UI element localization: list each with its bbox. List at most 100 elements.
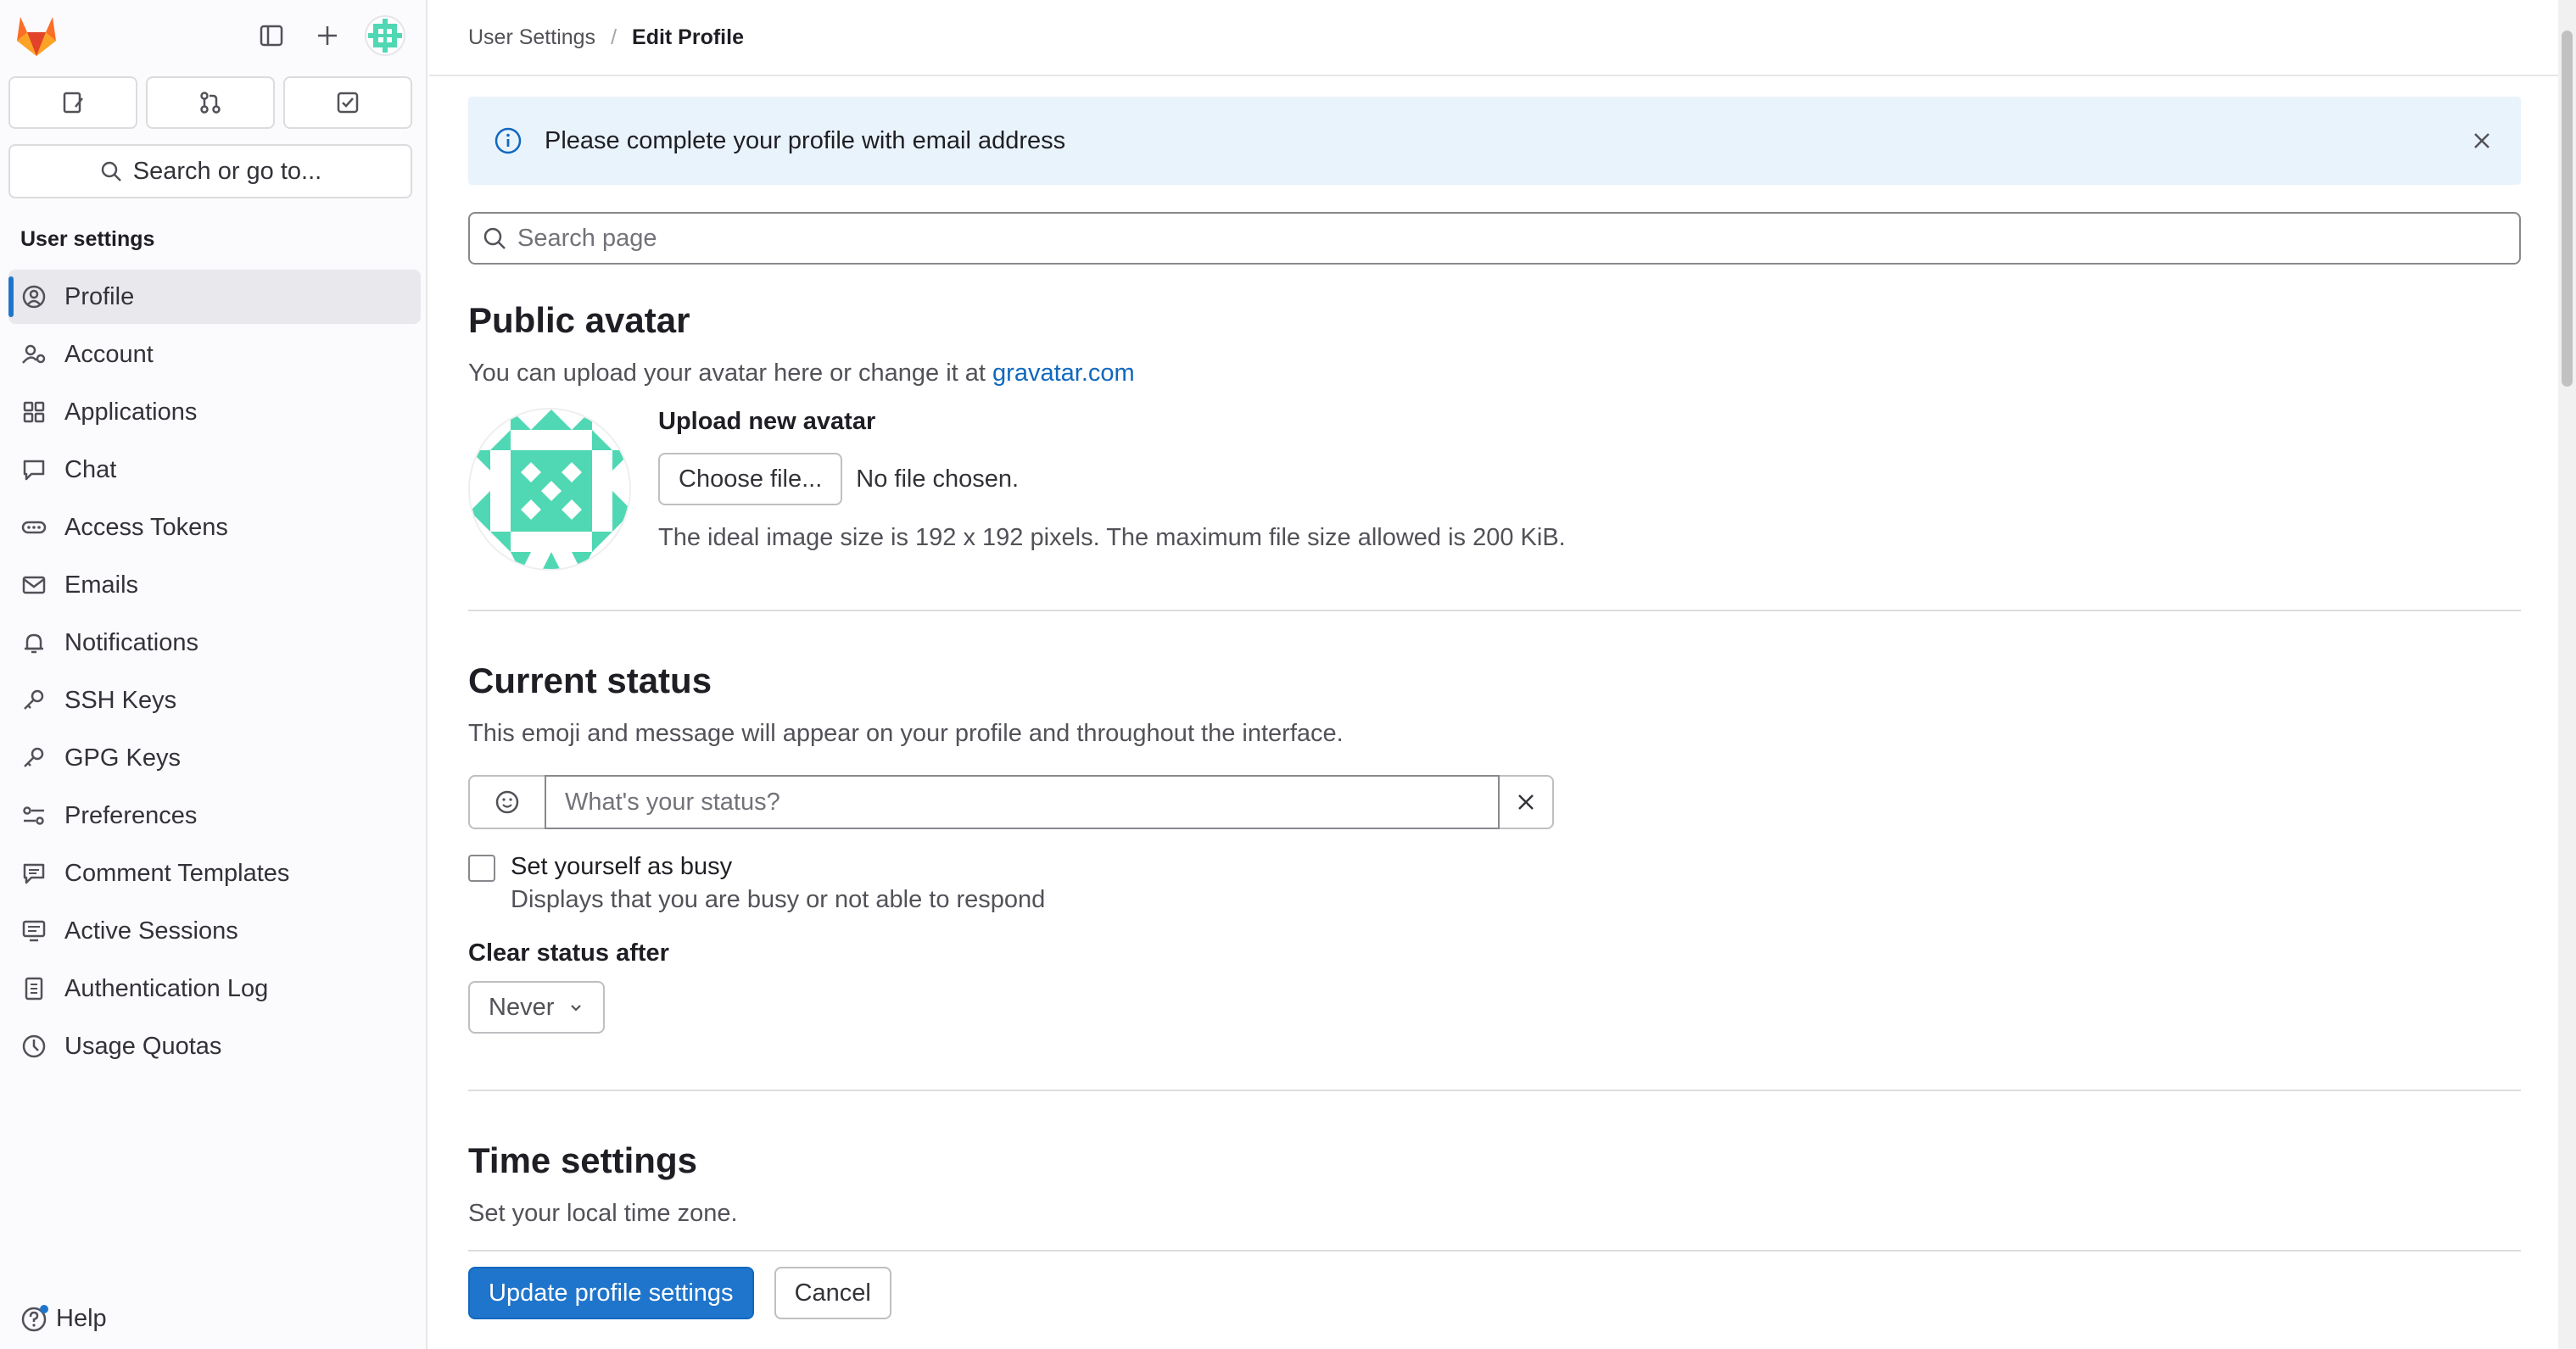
sidebar: Search or go to... User settings Profile… <box>0 0 427 1349</box>
update-profile-button[interactable]: Update profile settings <box>468 1267 754 1319</box>
alert-close-button[interactable] <box>2468 127 2495 154</box>
sidebar-top-bar <box>0 0 427 71</box>
busy-checkbox-row: Set yourself as busy Displays that you a… <box>468 853 2521 914</box>
sidebar-item-comment-templates[interactable]: Comment Templates <box>8 846 421 900</box>
sidebar-item-label: Profile <box>64 282 135 310</box>
sidebar-item-active-sessions[interactable]: Active Sessions <box>8 904 421 958</box>
clear-status-label: Clear status after <box>468 939 669 967</box>
choose-file-button[interactable]: Choose file... <box>658 453 843 505</box>
current-status-section: Current status This emoji and message wi… <box>468 661 2521 1034</box>
search-icon <box>101 161 121 181</box>
time-settings-title: Time settings <box>468 1140 697 1180</box>
search-page-placeholder: Search page <box>517 224 657 252</box>
status-message-input[interactable]: What's your status? <box>545 775 1500 829</box>
busy-text: Set yourself as busy Displays that you a… <box>511 853 1045 914</box>
chat-icon <box>20 456 47 483</box>
sidebar-item-chat[interactable]: Chat <box>8 443 421 497</box>
account-icon <box>20 341 47 368</box>
clear-status-value: Never <box>489 993 555 1021</box>
clear-status-button[interactable] <box>1500 775 1554 829</box>
user-avatar[interactable] <box>365 15 405 56</box>
bell-icon <box>20 629 47 656</box>
upload-avatar-label: Upload new avatar <box>658 408 876 435</box>
avatar-row: Upload new avatar Choose file... No file… <box>468 408 2521 571</box>
public-avatar-title: Public avatar <box>468 300 690 340</box>
sidebar-item-label: Preferences <box>64 801 198 829</box>
global-search-button[interactable]: Search or go to... <box>8 144 412 198</box>
global-search-label: Search or go to... <box>132 157 322 185</box>
mail-icon <box>20 571 47 599</box>
breadcrumb-user-settings-link[interactable]: User Settings <box>468 25 595 50</box>
smiley-icon <box>495 790 519 814</box>
sidebar-section-title: User settings <box>20 227 155 251</box>
section-divider <box>468 1090 2521 1091</box>
close-icon <box>2474 133 2489 148</box>
todos-shortcut-button[interactable] <box>283 76 412 129</box>
sidebar-item-access-tokens[interactable]: Access Tokens <box>8 500 421 555</box>
sidebar-item-label: Authentication Log <box>64 974 269 1002</box>
sidebar-item-label: Usage Quotas <box>64 1032 222 1060</box>
sidebar-item-applications[interactable]: Applications <box>8 385 421 439</box>
sidebar-item-label: SSH Keys <box>64 686 177 714</box>
page-scrollbar[interactable] <box>2558 0 2576 1349</box>
public-avatar-section: Public avatar You can upload your avatar… <box>468 300 2521 571</box>
chevron-down-icon <box>571 1005 582 1012</box>
busy-label[interactable]: Set yourself as busy <box>511 853 1045 881</box>
avatar-upload-form: Upload new avatar Choose file... No file… <box>658 408 1566 571</box>
busy-checkbox[interactable] <box>468 855 495 882</box>
time-settings-section: Time settings Set your local time zone. <box>468 1140 2521 1228</box>
sidebar-item-label: Notifications <box>64 628 198 656</box>
key-icon <box>20 687 47 714</box>
main-content: Please complete your profile with email … <box>468 97 2521 1319</box>
emoji-picker-button[interactable] <box>468 775 545 829</box>
sidebar-item-label: Comment Templates <box>64 859 290 887</box>
comment-template-icon <box>20 860 47 887</box>
search-icon <box>483 227 506 249</box>
sidebar-item-account[interactable]: Account <box>8 327 421 382</box>
sidebar-item-gpg-keys[interactable]: GPG Keys <box>8 731 421 785</box>
gravatar-link[interactable]: gravatar.com <box>992 360 1135 387</box>
issues-icon <box>63 92 83 114</box>
public-avatar-description: You can upload your avatar here or chang… <box>468 360 1135 387</box>
search-page-input[interactable]: Search page <box>468 212 2521 265</box>
merge-requests-shortcut-button[interactable] <box>146 76 275 129</box>
status-input-group: What's your status? <box>468 775 1554 829</box>
section-divider <box>468 1250 2521 1251</box>
todo-icon <box>337 92 359 114</box>
alert-message: Please complete your profile with email … <box>545 126 1066 154</box>
close-icon <box>1518 794 1534 810</box>
preferences-icon <box>20 802 47 829</box>
issues-shortcut-button[interactable] <box>8 76 137 129</box>
sidebar-item-profile[interactable]: Profile <box>8 270 421 324</box>
profile-icon <box>20 283 47 310</box>
sidebar-item-authentication-log[interactable]: Authentication Log <box>8 962 421 1016</box>
merge-request-icon <box>200 92 221 114</box>
info-alert: Please complete your profile with email … <box>468 97 2521 185</box>
sidebar-item-label: Active Sessions <box>64 917 238 945</box>
sidebar-item-usage-quotas[interactable]: Usage Quotas <box>8 1019 421 1073</box>
sidebar-item-notifications[interactable]: Notifications <box>8 616 421 670</box>
scrollbar-thumb[interactable] <box>2562 31 2573 387</box>
help-icon <box>21 1305 48 1332</box>
gitlab-logo-icon[interactable] <box>14 14 59 58</box>
sidebar-item-emails[interactable]: Emails <box>8 558 421 612</box>
breadcrumb-current[interactable]: Edit Profile <box>632 25 744 50</box>
sidebar-toggle-icon[interactable] <box>253 17 290 54</box>
sidebar-shortcuts <box>8 76 412 131</box>
info-icon <box>495 127 522 154</box>
help-button[interactable]: Help <box>20 1304 107 1333</box>
monitor-icon <box>20 917 47 945</box>
key-icon <box>20 744 47 772</box>
section-divider <box>468 610 2521 611</box>
sidebar-item-ssh-keys[interactable]: SSH Keys <box>8 673 421 727</box>
applications-icon <box>20 399 47 426</box>
log-icon <box>20 975 47 1002</box>
breadcrumb: User Settings / Edit Profile <box>429 0 2558 76</box>
sidebar-item-label: Account <box>64 340 154 368</box>
current-status-title: Current status <box>468 661 712 700</box>
create-new-icon[interactable] <box>309 17 346 54</box>
help-label: Help <box>56 1304 107 1332</box>
cancel-button[interactable]: Cancel <box>774 1267 891 1319</box>
clear-status-dropdown[interactable]: Never <box>468 981 606 1034</box>
sidebar-item-preferences[interactable]: Preferences <box>8 789 421 843</box>
